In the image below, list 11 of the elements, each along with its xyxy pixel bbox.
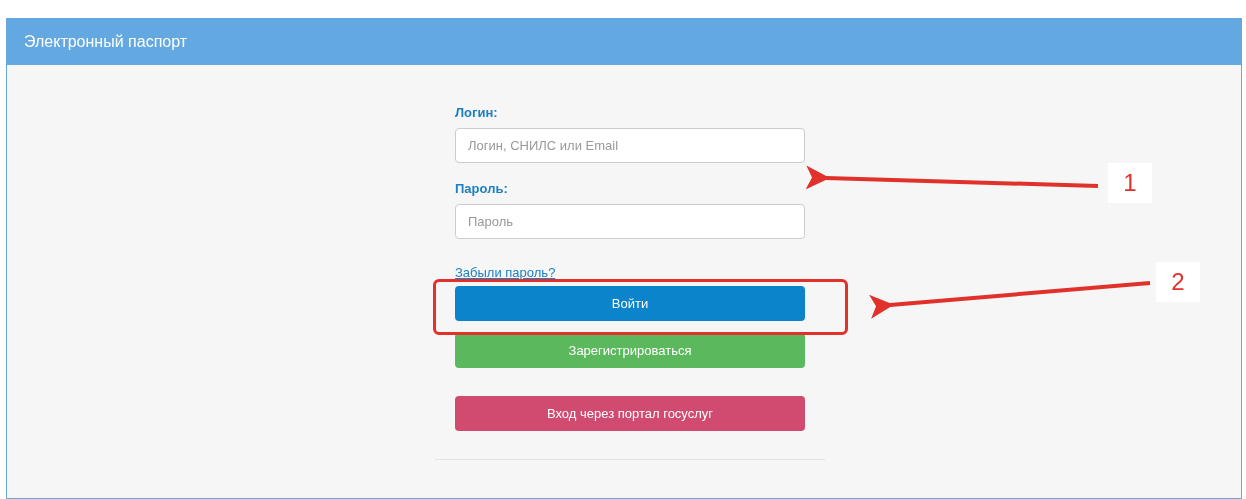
form-button[interactable]: Зарегистрироваться (455, 333, 805, 368)
input-field[interactable]: Пароль (455, 204, 805, 239)
form-button[interactable]: Вход через портал госуслуг (455, 396, 805, 431)
header-title: Электронный паспорт (24, 33, 188, 51)
field-label: Пароль: (455, 181, 509, 196)
field-label: Логин: (455, 105, 499, 120)
callout-number: 1 (1108, 163, 1152, 203)
input-field[interactable]: Логин, СНИЛС или Email (455, 128, 805, 163)
callout-number: 2 (1156, 262, 1200, 302)
form-button[interactable]: Войти (455, 286, 805, 321)
forgot-password-link[interactable]: Забыли пароль? (455, 265, 556, 280)
